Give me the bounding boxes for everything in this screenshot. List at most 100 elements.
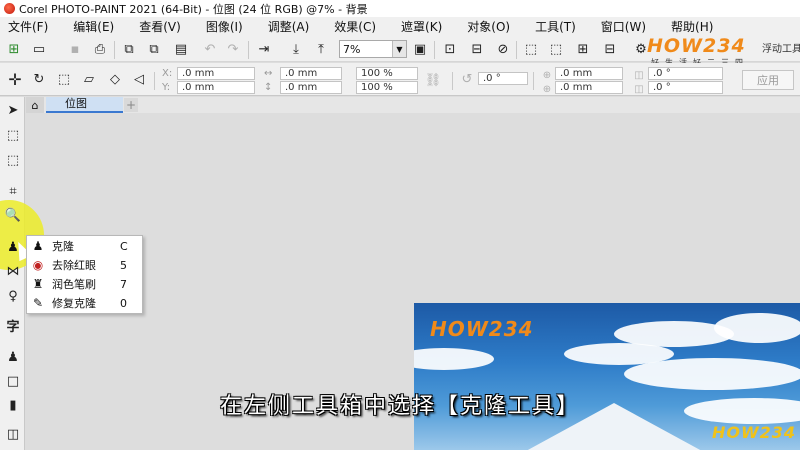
bitmap-image: HOW234 HOW234 <box>414 303 800 450</box>
rectangle-mask-icon[interactable]: ⬚ <box>4 126 22 144</box>
menu-object[interactable]: 对象(O) <box>467 18 510 35</box>
eraser-group-icon[interactable]: ⋈ <box>4 262 22 280</box>
scale-height-field[interactable]: 100 % <box>356 81 418 94</box>
import-down-icon[interactable]: ⤓ <box>287 40 305 58</box>
center-x-field[interactable]: .0 mm <box>555 67 623 80</box>
eyedropper-tool-icon[interactable]: ♀ <box>4 287 22 305</box>
scale-width-field[interactable]: 100 % <box>356 67 418 80</box>
image-watermark-logo: HOW234 <box>430 317 534 341</box>
flyout-item-shortcut: 0 <box>120 296 127 310</box>
menu-bar: 文件(F) 编辑(E) 查看(V) 图像(I) 调整(A) 效果(C) 遮罩(K… <box>0 17 800 36</box>
redo-icon[interactable]: ↷ <box>224 40 242 58</box>
home-icon[interactable]: ⌂ <box>26 97 44 113</box>
grid-icon[interactable]: ⊟ <box>601 40 619 58</box>
cloud-shape <box>414 348 494 370</box>
flyout-item-shortcut: C <box>120 239 128 253</box>
toolbar-divider <box>452 72 453 90</box>
text-tool-icon[interactable]: 字 <box>4 316 22 335</box>
copy-icon[interactable]: ⧉ <box>145 40 163 58</box>
position-icon[interactable]: ✛ <box>6 70 24 89</box>
menu-tools[interactable]: 工具(T) <box>535 18 576 35</box>
flyout-item-touch-up-brush[interactable]: ♜ 润色笔刷 7 <box>27 275 142 293</box>
menu-help[interactable]: 帮助(H) <box>671 18 713 35</box>
add-tab-button[interactable]: + <box>124 98 138 112</box>
center-y-field[interactable]: .0 mm <box>555 81 623 94</box>
import-icon[interactable]: ⇥ <box>255 40 273 58</box>
flyout-item-healing-clone[interactable]: ✎ 修复克隆 0 <box>27 294 142 312</box>
app-icon <box>4 3 15 14</box>
mask-overlay-icon[interactable]: ⬚ <box>522 40 540 58</box>
partial-toolbar-label: 浮动工具栏 <box>762 44 800 55</box>
paint-tool-icon[interactable]: ♟ <box>4 348 22 366</box>
menu-edit[interactable]: 编辑(E) <box>73 18 114 35</box>
menu-mask[interactable]: 遮罩(K) <box>401 18 442 35</box>
flyout-item-red-eye[interactable]: ◉ 去除红眼 5 <box>27 256 142 274</box>
skew-icon[interactable]: ▱ <box>80 70 98 88</box>
width-field[interactable]: .0 mm <box>280 67 342 80</box>
mask-marquee-icon[interactable]: ⊟ <box>468 40 486 58</box>
toolbar-divider <box>434 41 435 59</box>
lock-ratio-icon[interactable]: ⛓ <box>424 71 442 89</box>
y-position-field[interactable]: .0 mm <box>177 81 255 94</box>
center-y-icon: ⊕ <box>542 83 552 95</box>
flyout-item-label: 克隆 <box>52 240 74 253</box>
flyout-item-label: 修复克隆 <box>52 297 96 310</box>
menu-adjust[interactable]: 调整(A) <box>268 18 310 35</box>
skew-v-icon: ◫ <box>634 83 644 95</box>
title-bar: Corel PHOTO-PAINT 2021 (64-Bit) - 位图 (24… <box>0 0 800 17</box>
menu-view[interactable]: 查看(V) <box>139 18 181 35</box>
mask-invert-icon[interactable]: ⊘ <box>494 40 512 58</box>
new-file-icon[interactable]: ⊞ <box>5 40 23 58</box>
apply-button[interactable]: 应用 <box>742 70 794 90</box>
zoom-level-select[interactable]: 7% ▼ <box>339 40 407 58</box>
lock-object-icon[interactable]: ⊞ <box>574 40 592 58</box>
menu-image[interactable]: 图像(I) <box>206 18 243 35</box>
zoom-tool-icon[interactable]: 🔍 <box>4 206 22 224</box>
save-icon[interactable]: ▪ <box>66 40 84 58</box>
perspective-icon[interactable]: ◁ <box>130 70 148 88</box>
red-eye-icon: ◉ <box>32 258 44 272</box>
menu-window[interactable]: 窗口(W) <box>601 18 646 35</box>
scale-icon[interactable]: ⬚ <box>55 70 73 88</box>
toolbar-divider <box>533 72 534 90</box>
cut-icon[interactable]: ⧉ <box>120 40 138 58</box>
undo-icon[interactable]: ↶ <box>201 40 219 58</box>
crop-tool-icon[interactable]: ⌗ <box>4 182 22 200</box>
chevron-down-icon[interactable]: ▼ <box>392 41 406 57</box>
export-up-icon[interactable]: ⤒ <box>312 40 330 58</box>
open-folder-icon[interactable]: ▭ <box>30 40 48 58</box>
flyout-item-clone[interactable]: ♟ 克隆 C <box>27 237 142 255</box>
menu-file[interactable]: 文件(F) <box>8 18 48 35</box>
skew-h-field[interactable]: .0 ° <box>648 67 723 80</box>
image-watermark-logo-small: HOW234 <box>712 423 797 442</box>
rotate-icon[interactable]: ↻ <box>30 70 48 88</box>
video-subtitle: 在左侧工具箱中选择【克隆工具】 <box>219 394 580 419</box>
distort-icon[interactable]: ◇ <box>106 70 124 88</box>
pick-tool-icon[interactable]: ➤ <box>4 101 22 119</box>
color-swatch-icon[interactable]: ◫ <box>4 425 22 443</box>
mask-transform-icon[interactable]: ⊡ <box>441 40 459 58</box>
tab-bitmap-document[interactable]: 位图 <box>46 97 123 113</box>
paste-icon[interactable]: ▤ <box>172 40 190 58</box>
flyout-item-label: 润色笔刷 <box>52 278 96 291</box>
height-field[interactable]: .0 mm <box>280 81 342 94</box>
cloud-shape <box>714 313 800 343</box>
print-icon[interactable]: ⎙ <box>91 40 109 58</box>
watermark-logo: HOW234 <box>647 35 746 57</box>
menu-effects[interactable]: 效果(C) <box>334 18 376 35</box>
object-picker-icon[interactable]: ⬚ <box>547 40 565 58</box>
flyout-item-label: 去除红眼 <box>52 259 96 272</box>
cloud-shape <box>624 358 800 390</box>
rotation-angle-field[interactable]: .0 ° <box>478 72 528 85</box>
width-icon: ↔ <box>264 68 273 79</box>
window-title: Corel PHOTO-PAINT 2021 (64-Bit) - 位图 (24… <box>19 2 368 16</box>
full-screen-icon[interactable]: ▣ <box>411 40 429 58</box>
y-label: Y: <box>162 82 171 93</box>
skew-v-field[interactable]: .0 ° <box>648 81 723 94</box>
clone-icon: ♟ <box>32 239 44 253</box>
flyout-item-shortcut: 5 <box>120 258 127 272</box>
mask-transform-tool-icon[interactable]: ⬚ <box>4 151 22 169</box>
touch-up-brush-icon: ♜ <box>32 277 44 291</box>
toolbar-divider <box>516 41 517 59</box>
x-position-field[interactable]: .0 mm <box>177 67 255 80</box>
